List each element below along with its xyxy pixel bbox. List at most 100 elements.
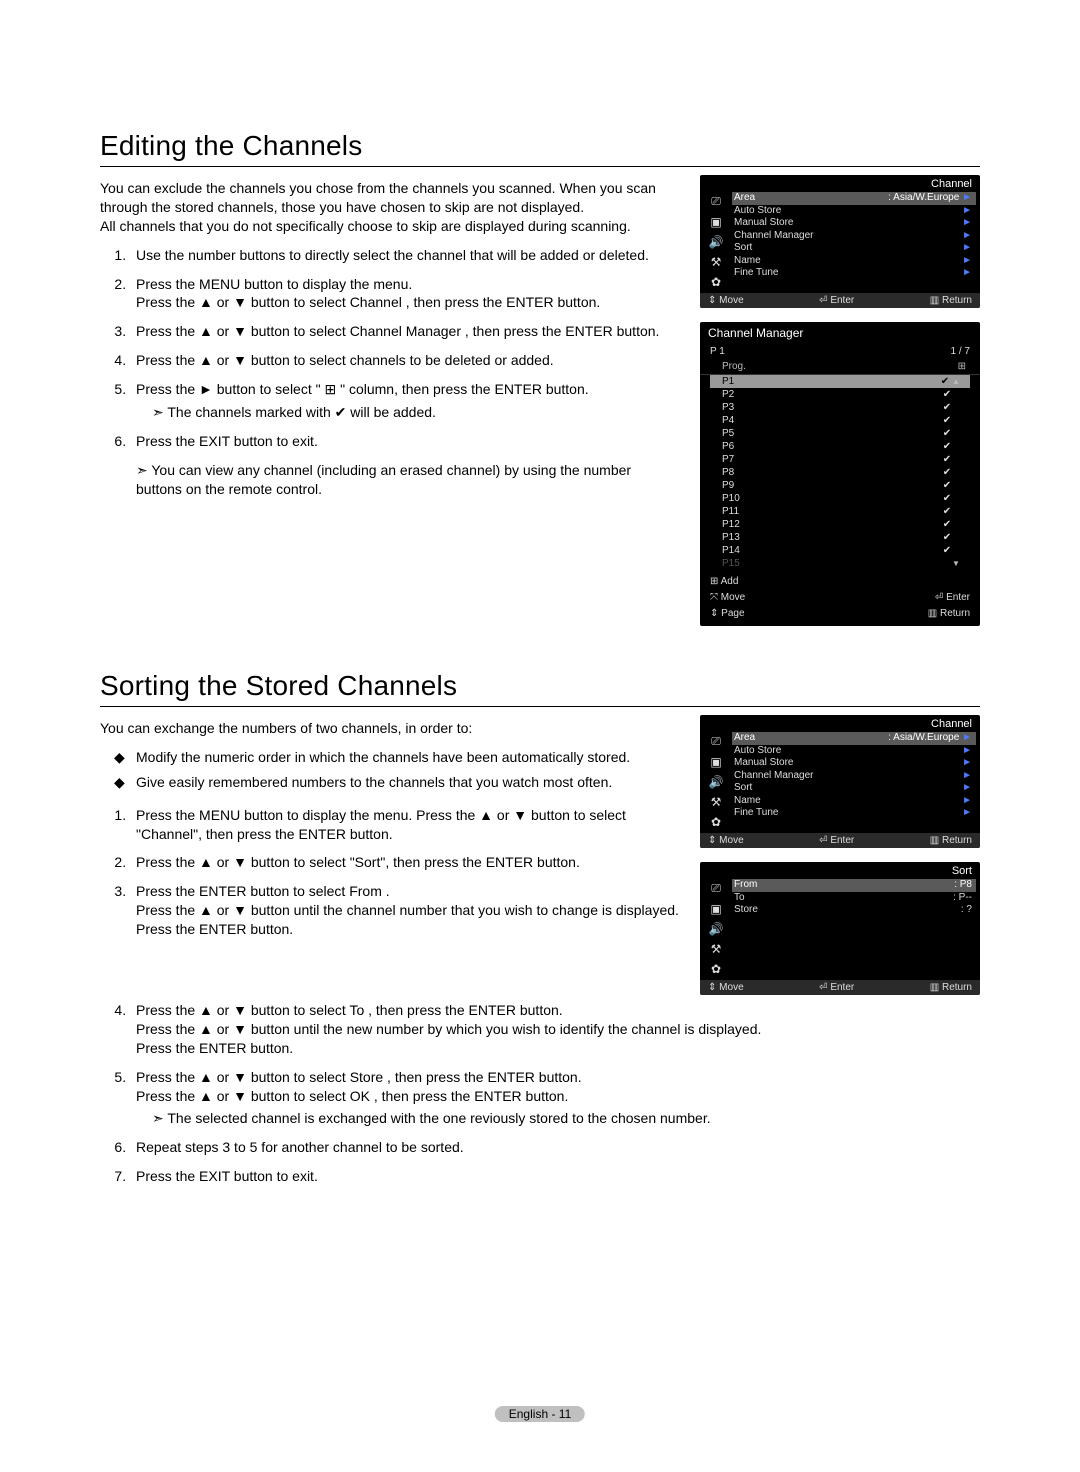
cm-row: P15▼ bbox=[710, 557, 970, 570]
step-text: Press the ▲ or ▼ button to select Store … bbox=[136, 1069, 582, 1104]
right-arrow-icon: ► bbox=[962, 745, 972, 758]
right-arrow-icon: ► bbox=[962, 782, 972, 795]
cm-row: P12✔ bbox=[710, 518, 970, 531]
check-icon: ✔ bbox=[940, 506, 954, 517]
cm-page: 1 / 7 bbox=[951, 346, 970, 357]
right-arrow-icon: ► bbox=[962, 192, 972, 203]
step-text: Press the ▲ or ▼ button to select Channe… bbox=[136, 323, 659, 339]
right-arrow-icon: ► bbox=[962, 795, 972, 808]
osd-menu: From: P8 To: P-- Store: ? bbox=[728, 879, 976, 976]
osd-sort: Sort ⎚ ▣ 🔊 ⚒ ✿ From: P8 To: P-- Store: ? bbox=[700, 862, 980, 995]
osd-row: Auto Store► bbox=[734, 205, 976, 218]
osd-channel-2: Channel ⎚ ▣ 🔊 ⚒ ✿ Area: Asia/W.Europe ► … bbox=[700, 715, 980, 848]
up-arrow-icon: ▲ bbox=[952, 377, 966, 386]
cm-row: P11✔ bbox=[710, 505, 970, 518]
right-arrow-icon: ► bbox=[962, 217, 972, 230]
check-icon: ✔ bbox=[940, 441, 954, 452]
picture-icon: ⎚ bbox=[711, 194, 721, 209]
check-icon: ✔ bbox=[940, 389, 954, 400]
step: Press the ▲ or ▼ button to select "Sort"… bbox=[130, 853, 680, 872]
updown-icon: ⇕ bbox=[710, 608, 718, 619]
section1-steps: Use the number buttons to directly selec… bbox=[100, 246, 680, 451]
step-text: Press the ▲ or ▼ button to select channe… bbox=[136, 352, 554, 368]
antenna-icon: ⚒ bbox=[711, 255, 722, 269]
section2-bullets: Modify the numeric order in which the ch… bbox=[100, 748, 680, 792]
osd-icon-column: ⎚ ▣ 🔊 ⚒ ✿ bbox=[704, 732, 728, 829]
osd-footer: ⇕ Move ⏎ Enter ▥ Return bbox=[700, 293, 980, 308]
right-arrow-icon: ► bbox=[962, 205, 972, 218]
step: Press the ▲ or ▼ button to select channe… bbox=[130, 351, 680, 370]
step-text: Repeat steps 3 to 5 for another channel … bbox=[136, 1139, 464, 1155]
step-text: Press the MENU button to display the men… bbox=[136, 807, 626, 842]
osd-row: Auto Store► bbox=[734, 745, 976, 758]
osd-footer: ⇕ Move ⏎ Enter ▥ Return bbox=[700, 980, 980, 995]
down-arrow-icon: ▼ bbox=[952, 559, 966, 568]
divider bbox=[100, 166, 980, 167]
check-icon: ✔ bbox=[940, 467, 954, 478]
osd-menu: Area: Asia/W.Europe ► Auto Store► Manual… bbox=[728, 192, 976, 289]
enter-icon: ⏎ bbox=[819, 835, 827, 846]
cm-row: P8✔ bbox=[710, 466, 970, 479]
check-icon: ✔ bbox=[940, 415, 954, 426]
tv-icon: ▣ bbox=[710, 215, 721, 229]
cm-row: P5✔ bbox=[710, 427, 970, 440]
cm-row: P14✔ bbox=[710, 544, 970, 557]
cm-row: P4✔ bbox=[710, 414, 970, 427]
check-icon: ✔ bbox=[940, 545, 954, 556]
divider bbox=[100, 706, 980, 707]
step: Press the ▲ or ▼ button to select To , t… bbox=[130, 1001, 980, 1058]
bullet: Modify the numeric order in which the ch… bbox=[136, 748, 680, 767]
section2-steps-cont: Press the ▲ or ▼ button to select To , t… bbox=[100, 1001, 980, 1186]
step-text: Press the ▲ or ▼ button to select To , t… bbox=[136, 1002, 761, 1056]
step-text: Press the ENTER button to select From . … bbox=[136, 883, 679, 937]
step: Press the ▲ or ▼ button to select Store … bbox=[130, 1068, 980, 1129]
gear-icon: ✿ bbox=[711, 275, 721, 289]
cm-title: Channel Manager bbox=[700, 322, 980, 344]
picture-icon: ⎚ bbox=[711, 881, 721, 896]
channel-manager-panel: Channel Manager P 1 1 / 7 Prog. ⊞ P1✔▲ P… bbox=[700, 322, 980, 626]
cm-header-prog: Prog. bbox=[722, 361, 746, 372]
osd-row: Area: Asia/W.Europe ► bbox=[732, 732, 976, 745]
antenna-icon: ⚒ bbox=[711, 942, 722, 956]
picture-icon: ⎚ bbox=[711, 734, 721, 749]
enter-icon: ⏎ bbox=[935, 592, 943, 603]
check-icon: ✔ bbox=[940, 428, 954, 439]
step: Repeat steps 3 to 5 for another channel … bbox=[130, 1138, 980, 1157]
page-number: English - 11 bbox=[495, 1406, 585, 1422]
check-icon: ✔ bbox=[940, 519, 954, 530]
check-icon: ✔ bbox=[938, 376, 952, 387]
osd-row: Name► bbox=[734, 255, 976, 268]
step-text: Press the ▲ or ▼ button to select "Sort"… bbox=[136, 854, 580, 870]
osd-row: Channel Manager► bbox=[734, 230, 976, 243]
return-icon: ▥ bbox=[930, 835, 939, 846]
osd-row: Store: ? bbox=[734, 904, 976, 917]
right-arrow-icon: ► bbox=[962, 807, 972, 820]
osd-row: Sort► bbox=[734, 782, 976, 795]
tv-icon: ▣ bbox=[710, 902, 721, 916]
gear-icon: ✿ bbox=[711, 962, 721, 976]
check-icon: ✔ bbox=[940, 454, 954, 465]
cm-row: P7✔ bbox=[710, 453, 970, 466]
osd-row: To: P-- bbox=[734, 892, 976, 905]
osd-row: Channel Manager► bbox=[734, 770, 976, 783]
step: Press the EXIT button to exit. bbox=[130, 1167, 980, 1186]
osd-row: Manual Store► bbox=[734, 217, 976, 230]
osd-row: Name► bbox=[734, 795, 976, 808]
step: Use the number buttons to directly selec… bbox=[130, 246, 680, 265]
osd-icon-column: ⎚ ▣ 🔊 ⚒ ✿ bbox=[704, 879, 728, 976]
updown-icon: ⇕ bbox=[708, 295, 716, 306]
enter-icon: ⏎ bbox=[819, 295, 827, 306]
cm-row: P2✔ bbox=[710, 388, 970, 401]
cm-current: P 1 bbox=[710, 346, 725, 357]
cm-row: P6✔ bbox=[710, 440, 970, 453]
right-arrow-icon: ► bbox=[962, 242, 972, 255]
section2-intro: You can exchange the numbers of two chan… bbox=[100, 719, 680, 738]
step-text: Use the number buttons to directly selec… bbox=[136, 247, 649, 263]
updown-icon: ⇕ bbox=[708, 982, 716, 993]
cm-row: P10✔ bbox=[710, 492, 970, 505]
step-text: Press the EXIT button to exit. bbox=[136, 433, 318, 449]
osd-footer: ⇕ Move ⏎ Enter ▥ Return bbox=[700, 833, 980, 848]
right-arrow-icon: ► bbox=[962, 267, 972, 280]
osd-row: Fine Tune► bbox=[734, 807, 976, 820]
updown-icon: ⤧ bbox=[710, 592, 718, 603]
